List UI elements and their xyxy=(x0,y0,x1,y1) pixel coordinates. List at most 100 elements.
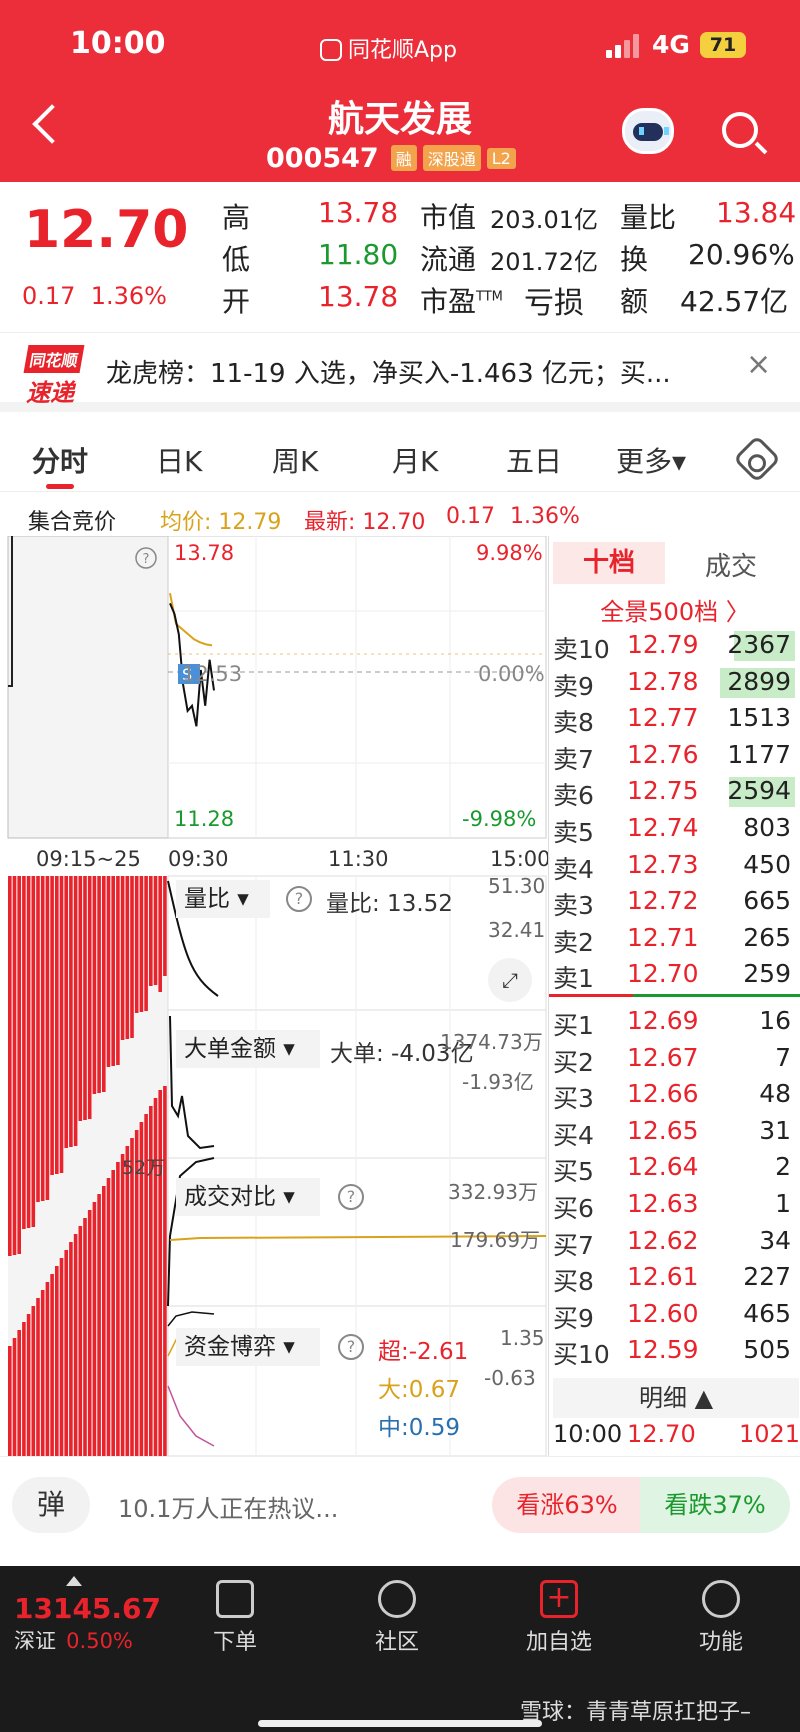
auction-volume-bar xyxy=(36,876,40,1202)
spread-green-bar xyxy=(633,994,800,997)
indicator-select-big-order[interactable]: 大单金额 ▾ xyxy=(176,1030,320,1068)
bid-price: 12.61 xyxy=(627,1262,699,1292)
banner-text[interactable]: 龙虎榜：11-19 入选，净买入-1.463 亿元；买... xyxy=(106,353,671,390)
detail-toggle[interactable]: 明细 ▲ xyxy=(553,1378,799,1418)
bid-row[interactable]: 买5 12.64 2 xyxy=(549,1150,799,1186)
bid-row[interactable]: 买8 12.61 227 xyxy=(549,1260,799,1296)
panel1-mid: 32.41 xyxy=(488,918,546,942)
fullscreen-icon[interactable]: ⤢ xyxy=(488,958,532,1002)
auction-volume-bar xyxy=(8,876,12,1256)
tab-trades[interactable]: 成交 xyxy=(705,546,757,583)
comment-input[interactable]: 10.1万人正在热议... xyxy=(118,1489,338,1524)
full-depth-link[interactable]: 全景500档 〉 xyxy=(549,592,800,627)
auction-volume-bar xyxy=(83,876,87,1120)
auction-volume-bar xyxy=(55,876,59,1174)
intraday-chart[interactable]: ? S 13.78 9.98% 12.53 0.00% 11.28 -9.98%… xyxy=(0,536,550,1456)
bid-row[interactable]: 买3 12.66 48 xyxy=(549,1077,799,1113)
ask-volume: 1177 xyxy=(727,739,791,769)
index-name: 深证 xyxy=(14,1629,56,1653)
auction-volume-bar xyxy=(59,1258,64,1456)
assistant-robot-icon[interactable] xyxy=(622,108,674,154)
auction-volume-bar xyxy=(97,1194,101,1456)
ask-row[interactable]: 卖1 12.70 259 xyxy=(549,957,799,993)
auction-volume-bar xyxy=(97,876,101,1093)
ask-row[interactable]: 卖4 12.73 450 xyxy=(549,848,799,884)
ask-row[interactable]: 卖6 12.75 2594 xyxy=(549,774,799,810)
network-type: 4G xyxy=(652,30,690,59)
tab-five-day[interactable]: 五日 xyxy=(506,440,562,480)
nav-community[interactable]: 社区 xyxy=(352,1580,442,1656)
ask-row[interactable]: 卖3 12.72 665 xyxy=(549,884,799,920)
detail-vol: 1021 xyxy=(739,1420,800,1448)
tab-daily-k[interactable]: 日K xyxy=(156,440,202,480)
bid-volume: 48 xyxy=(759,1079,791,1109)
auction-volume-bar xyxy=(69,1242,73,1456)
bid-label: 买2 xyxy=(553,1047,594,1077)
spread-red-bar xyxy=(549,994,633,997)
bid-row[interactable]: 买9 12.60 465 xyxy=(549,1297,799,1333)
auction-volume-bar xyxy=(116,876,120,1065)
bid-row[interactable]: 买4 12.65 31 xyxy=(549,1114,799,1150)
tag-shenzhen-connect: 深股通 xyxy=(422,145,481,171)
float-value: 201.72亿 xyxy=(490,248,598,276)
auction-volume-bar xyxy=(78,1226,83,1456)
home-indicator[interactable] xyxy=(258,1720,542,1727)
tab-monthly-k[interactable]: 月K xyxy=(392,440,438,480)
help-icon[interactable]: ? xyxy=(286,886,312,912)
latest-pct: 1.36% xyxy=(510,504,580,529)
ask-label: 卖5 xyxy=(553,818,594,847)
volume-label: 52万 xyxy=(122,1157,165,1179)
ask-label: 卖3 xyxy=(553,891,594,921)
bid-row[interactable]: 买6 12.63 1 xyxy=(549,1187,799,1223)
ask-row[interactable]: 卖8 12.77 1513 xyxy=(549,701,799,737)
bid-row[interactable]: 买10 12.59 505 xyxy=(549,1333,799,1369)
auction-volume-bar xyxy=(45,876,50,1200)
stock-code: 000547 xyxy=(266,142,379,174)
high-value: 13.78 xyxy=(318,196,399,229)
tab-more[interactable]: 更多▾ xyxy=(616,440,686,480)
settings-icon[interactable] xyxy=(732,434,782,484)
nav-functions[interactable]: 功能 xyxy=(676,1580,766,1656)
ask-row[interactable]: 卖10 12.79 2367 xyxy=(549,628,799,664)
bid-label: 买5 xyxy=(553,1157,594,1187)
nav-order[interactable]: 下单 xyxy=(190,1580,280,1656)
bid-row[interactable]: 买7 12.62 34 xyxy=(549,1224,799,1260)
ask-row[interactable]: 卖5 12.74 803 xyxy=(549,811,799,847)
tab-intraday[interactable]: 分时 xyxy=(32,440,88,480)
bid-price: 12.65 xyxy=(627,1115,699,1145)
bid-label: 买4 xyxy=(553,1120,594,1150)
bid-row[interactable]: 买1 12.69 16 xyxy=(549,1004,799,1040)
indicator-select-volume-compare[interactable]: 成交对比 ▾ xyxy=(176,1178,320,1216)
expand-up-icon[interactable] xyxy=(66,1576,82,1586)
ask-price: 12.74 xyxy=(627,813,699,842)
nav-add-watchlist[interactable]: + 加自选 xyxy=(514,1580,604,1656)
search-icon[interactable] xyxy=(722,112,758,148)
volume-ratio-readout: 量比: 13.52 xyxy=(326,891,453,917)
indicator-select-volume-ratio[interactable]: 量比 ▾ xyxy=(176,880,270,918)
help-icon[interactable]: ? xyxy=(338,1184,364,1210)
danmu-toggle-button[interactable]: 弹 xyxy=(12,1477,90,1533)
news-banner[interactable]: 同花顺 速递 龙虎榜：11-19 入选，净买入-1.463 亿元；买... × xyxy=(0,332,800,412)
help-icon[interactable]: ? xyxy=(338,1334,364,1360)
price-change: 0.17 1.36% xyxy=(22,282,167,310)
ask-price: 12.75 xyxy=(627,776,699,806)
ask-row[interactable]: 卖7 12.76 1177 xyxy=(549,738,799,774)
current-price: 12.70 xyxy=(24,200,189,260)
order-icon xyxy=(216,1580,254,1618)
bid-row[interactable]: 买2 12.67 7 xyxy=(549,1041,799,1077)
ask-row[interactable]: 卖9 12.78 2899 xyxy=(549,665,799,701)
bullish-button[interactable]: 看涨63% xyxy=(492,1477,642,1533)
index-ticker[interactable]: 13145.67 深证 0.50% xyxy=(14,1592,161,1655)
tab-ten-levels[interactable]: 十档 xyxy=(553,542,665,584)
auction-volume-bar xyxy=(144,876,148,1011)
auction-volume-bar xyxy=(45,1282,50,1456)
bearish-button[interactable]: 看跌37% xyxy=(640,1477,790,1533)
time-midday: 11:30 xyxy=(328,847,389,871)
index-value: 13145.67 xyxy=(14,1592,162,1625)
tab-weekly-k[interactable]: 周K xyxy=(272,440,318,480)
close-icon[interactable]: × xyxy=(746,347,771,382)
indicator-select-capital-game[interactable]: 资金博弈 ▾ xyxy=(176,1328,320,1366)
bid-price: 12.64 xyxy=(627,1152,699,1182)
ask-row[interactable]: 卖2 12.71 265 xyxy=(549,921,799,957)
intraday-info-row: 集合竞价 均价: 12.79 最新: 12.70 0.17 1.36% xyxy=(0,500,800,535)
